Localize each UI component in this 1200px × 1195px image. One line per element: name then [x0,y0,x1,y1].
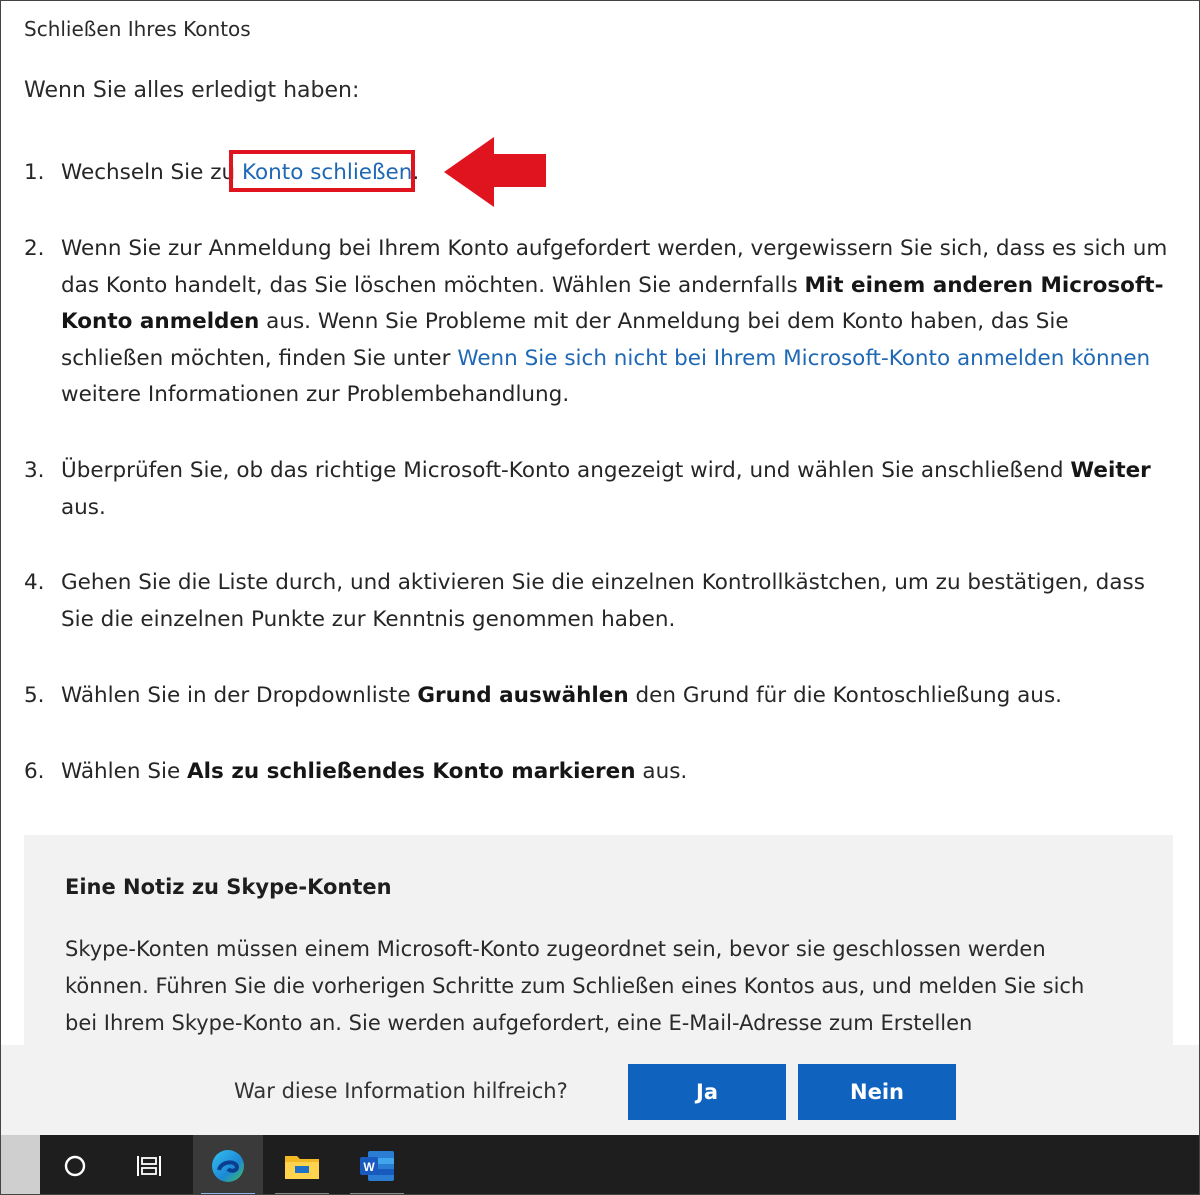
step-text: den Grund für die Kontoschließung aus. [628,683,1062,708]
task-view-icon[interactable] [114,1135,184,1194]
red-arrow-icon [444,137,546,207]
browser-page: Schließen Ihres Kontos Wenn Sie alles er… [0,0,1200,1195]
step-number: 1. [24,160,45,185]
step-text: Wählen Sie [61,759,188,784]
step-bold-text: Als zu schließendes Konto markieren [187,759,636,784]
step-2: 2. Wenn Sie zur Anmeldung bei Ihrem Kont… [24,231,1174,414]
step-3: 3. Überprüfen Sie, ob das richtige Micro… [24,453,1174,526]
note-body: Skype-Konten müssen einem Microsoft-Kont… [65,937,1085,1035]
step-6: 6. Wählen Sie Als zu schließendes Konto … [24,754,1174,791]
feedback-bar: War diese Information hilfreich? Ja Nein [1,1045,1199,1137]
highlight-box [229,150,415,192]
yes-button[interactable]: Ja [628,1064,786,1120]
svg-text:W: W [363,1160,375,1174]
step-text: Wählen Sie in der Dropdownliste [61,683,418,708]
windows-taskbar: W [1,1135,1199,1194]
step-1: 1. Wechseln Sie zu Konto schließen. [24,155,1174,192]
section-title: Schließen Ihres Kontos [24,17,251,41]
sign-in-help-link[interactable]: Wenn Sie sich nicht bei Ihrem Microsoft-… [457,346,1150,371]
step-number: 2. [24,236,45,261]
step-number: 4. [24,570,45,595]
step-text: aus. [635,759,688,784]
cortana-circle-icon[interactable] [40,1135,110,1194]
step-text: aus. [61,494,106,520]
intro-text: Wenn Sie alles erledigt haben: [24,78,360,103]
step-text: weitere Informationen zur Problembehandl… [61,382,570,407]
step-5: 5. Wählen Sie in der Dropdownliste Grund… [24,678,1174,715]
step-bold-text: Weiter [1070,458,1151,483]
step-text: Wechseln Sie zu [61,160,242,185]
taskbar-edge [1,1135,40,1194]
step-text: Gehen Sie die Liste durch, und aktiviere… [61,570,1145,632]
no-button[interactable]: Nein [798,1064,956,1120]
note-title: Eine Notiz zu Skype-Konten [65,875,392,899]
file-explorer-icon[interactable] [267,1135,337,1194]
step-number: 3. [24,458,45,483]
edge-icon[interactable] [193,1135,263,1194]
step-4: 4. Gehen Sie die Liste durch, und aktivi… [24,565,1174,638]
step-number: 6. [24,759,45,784]
step-number: 5. [24,683,45,708]
word-icon[interactable]: W [342,1135,412,1194]
step-text: Überprüfen Sie, ob das richtige Microsof… [61,458,1071,483]
step-bold-text: Grund auswählen [417,683,629,708]
feedback-question: War diese Information hilfreich? [234,1079,568,1103]
